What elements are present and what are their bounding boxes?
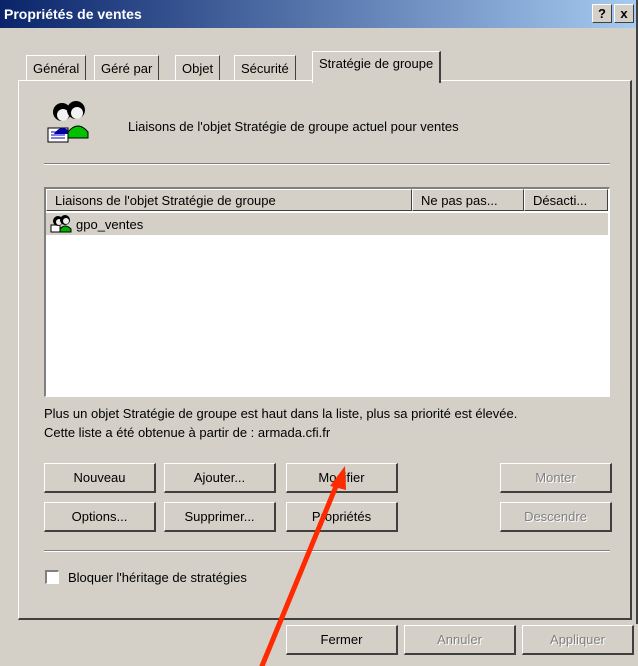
appliquer-button[interactable]: Appliquer	[522, 625, 634, 655]
bloquer-heritage-checkbox[interactable]	[45, 570, 59, 584]
group-policy-users-icon	[47, 101, 89, 143]
fermer-button[interactable]: Fermer	[286, 625, 398, 655]
list-item[interactable]: gpo_ventes	[46, 213, 608, 235]
gpo-name: gpo_ventes	[76, 217, 144, 232]
close-button[interactable]: x	[614, 4, 634, 23]
column-header-liaisons[interactable]: Liaisons de l'objet Stratégie de groupe	[46, 189, 412, 211]
priority-info: Plus un objet Stratégie de groupe est ha…	[44, 406, 518, 421]
properties-dialog: Propriétés de ventes ? x Général Géré pa…	[0, 0, 638, 640]
tab-general[interactable]: Général	[26, 55, 87, 81]
tab-objet[interactable]: Objet	[175, 55, 221, 81]
column-header-ne-pas[interactable]: Ne pas pas...	[412, 189, 524, 211]
bloquer-heritage-label: Bloquer l'héritage de stratégies	[68, 570, 247, 585]
column-header-desactive[interactable]: Désacti...	[524, 189, 608, 211]
tab-strategie-de-groupe[interactable]: Stratégie de groupe	[312, 51, 442, 83]
tab-securite[interactable]: Sécurité	[234, 55, 296, 81]
header-text: Liaisons de l'objet Stratégie de groupe …	[128, 119, 459, 134]
tab-gere-par[interactable]: Géré par	[94, 55, 160, 81]
proprietes-button[interactable]: Propriétés	[286, 502, 398, 532]
options-button[interactable]: Options...	[44, 502, 156, 532]
gpo-links-list[interactable]: Liaisons de l'objet Stratégie de groupe …	[44, 187, 610, 397]
modifier-button[interactable]: Modifier	[286, 463, 398, 493]
gpo-link-icon	[50, 215, 72, 233]
separator	[44, 163, 610, 165]
help-button[interactable]: ?	[592, 4, 612, 23]
monter-button[interactable]: Monter	[500, 463, 612, 493]
window-title: Propriétés de ventes	[4, 6, 142, 22]
annuler-button[interactable]: Annuler	[404, 625, 516, 655]
descendre-button[interactable]: Descendre	[500, 502, 612, 532]
supprimer-button[interactable]: Supprimer...	[164, 502, 276, 532]
separator	[44, 550, 610, 552]
title-bar[interactable]: Propriétés de ventes ? x	[0, 0, 636, 28]
ajouter-button[interactable]: Ajouter...	[164, 463, 276, 493]
source-info: Cette liste a été obtenue à partir de : …	[44, 425, 331, 440]
nouveau-button[interactable]: Nouveau	[44, 463, 156, 493]
